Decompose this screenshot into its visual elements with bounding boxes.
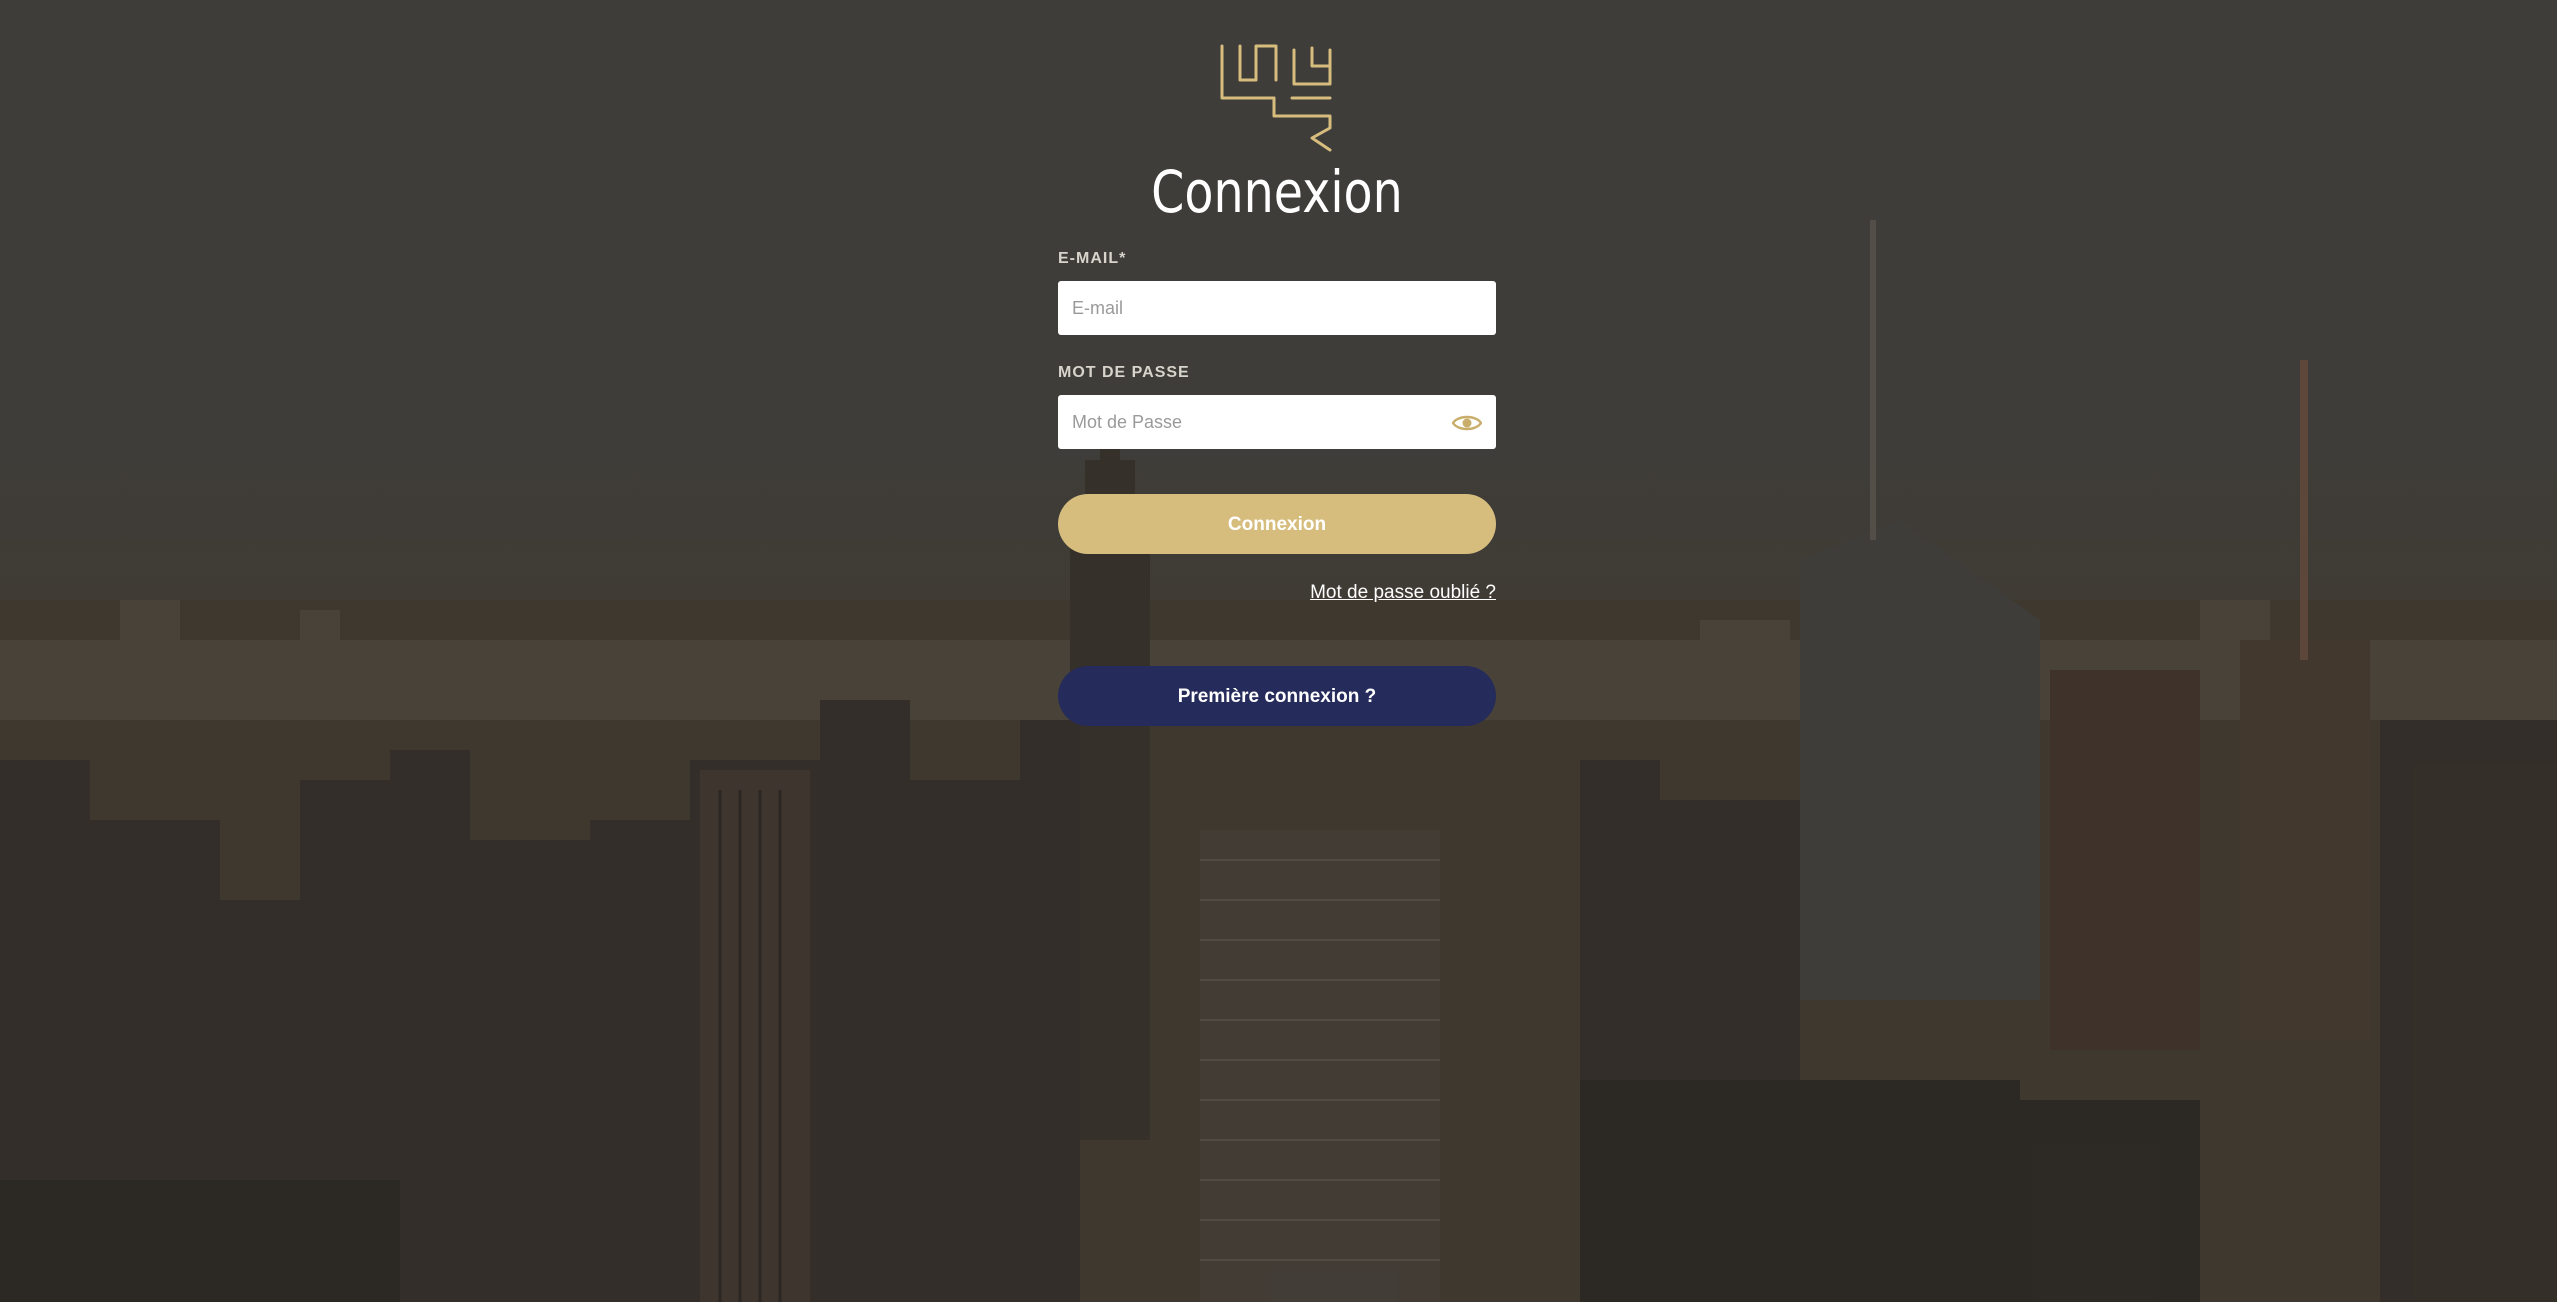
login-button[interactable]: Connexion [1058,494,1496,554]
email-field-wrapper [1058,281,1496,335]
password-label: MOT DE PASSE [1058,364,1190,381]
eye-icon[interactable] [1451,413,1483,433]
forgot-password-link[interactable]: Mot de passe oublié ? [1310,582,1496,604]
brand-logo-icon [1218,44,1336,154]
email-label: E-MAIL* [1058,250,1127,267]
email-field[interactable] [1058,281,1496,335]
first-login-button[interactable]: Première connexion ? [1058,666,1496,726]
password-field[interactable] [1058,395,1496,449]
page-title: Connexion [1151,158,1403,226]
password-field-wrapper [1058,395,1496,449]
